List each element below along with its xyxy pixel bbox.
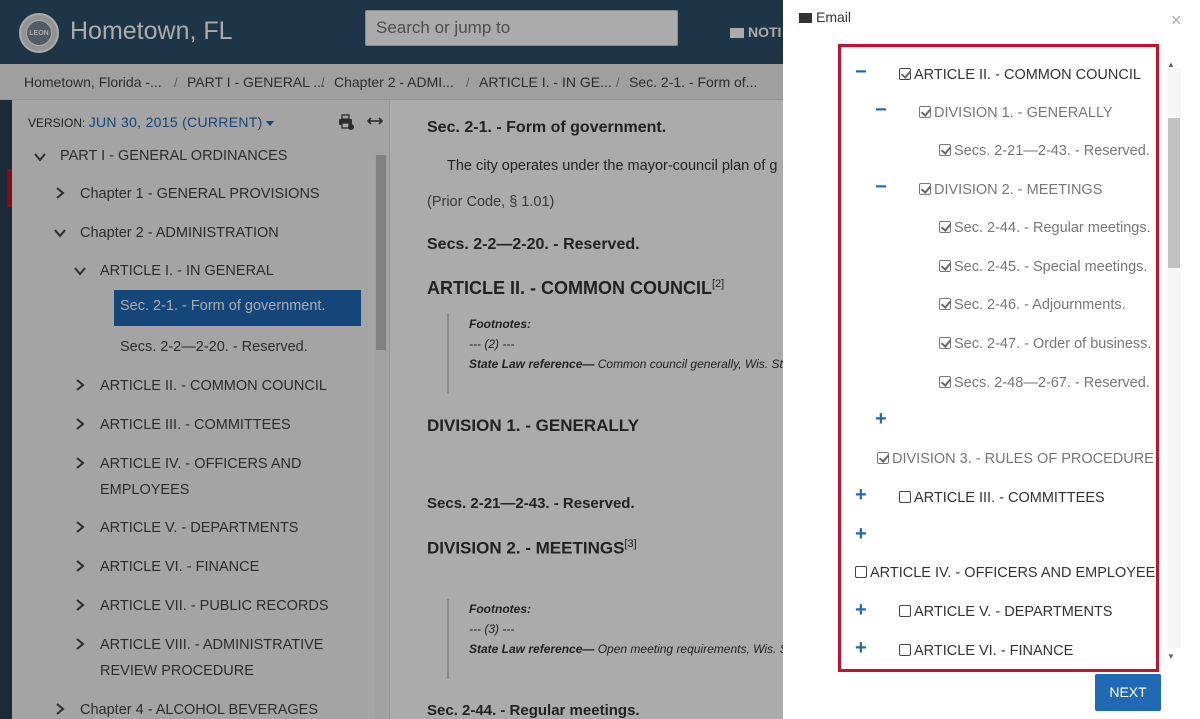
expand-article-6-button[interactable]: + (855, 637, 867, 660)
tree-item-sec-2-46[interactable]: Sec. 2-46. - Adjournments. (939, 297, 1126, 313)
checkbox-checked-icon[interactable] (939, 260, 951, 272)
modal-backdrop[interactable] (0, 0, 783, 719)
close-icon[interactable]: × (1171, 10, 1182, 31)
section-selection-tree: − ARTICLE II. - COMMON COUNCIL − DIVISIO… (838, 44, 1159, 672)
expand-article-5-button[interactable]: + (855, 599, 867, 622)
checkbox-checked-icon[interactable] (939, 144, 951, 156)
modal-scrollbar-thumb[interactable] (1168, 118, 1180, 268)
tree-item-division-3[interactable]: DIVISION 3. - RULES OF PROCEDURE (877, 451, 1154, 467)
checkbox-empty-icon[interactable] (899, 644, 911, 656)
tree-item-division-2[interactable]: DIVISION 2. - MEETINGS (919, 182, 1102, 198)
checkbox-checked-icon[interactable] (919, 183, 931, 195)
expand-article-4-button[interactable]: + (855, 523, 867, 546)
email-modal: Email × − ARTICLE II. - COMMON COUNCIL −… (783, 0, 1200, 719)
checkbox-empty-icon[interactable] (899, 605, 911, 617)
tree-item-secs-2-48[interactable]: Secs. 2-48—2-67. - Reserved. (939, 375, 1150, 391)
collapse-article-2-button[interactable]: − (855, 61, 867, 84)
modal-title: Email (799, 9, 851, 25)
tree-item-article-4[interactable]: ARTICLE IV. - OFFICERS AND EMPLOYEES (855, 565, 1156, 581)
checkbox-checked-icon[interactable] (919, 106, 931, 118)
tree-item-sec-2-47[interactable]: Sec. 2-47. - Order of business. (939, 336, 1151, 352)
scroll-up-arrow-icon[interactable]: ▲ (1167, 60, 1175, 69)
tree-item-article-3[interactable]: ARTICLE III. - COMMITTEES (899, 490, 1105, 506)
collapse-division-1-button[interactable]: − (875, 99, 887, 122)
tree-item-division-1[interactable]: DIVISION 1. - GENERALLY (919, 105, 1113, 121)
tree-item-sec-2-44[interactable]: Sec. 2-44. - Regular meetings. (939, 220, 1151, 236)
tree-item-secs-2-21[interactable]: Secs. 2-21—2-43. - Reserved. (939, 143, 1150, 159)
expand-division-3-button[interactable]: + (875, 408, 887, 431)
modal-title-text: Email (816, 9, 852, 25)
checkbox-checked-icon[interactable] (939, 298, 951, 310)
expand-article-3-button[interactable]: + (855, 484, 867, 507)
checkbox-checked-icon[interactable] (939, 337, 951, 349)
scroll-down-arrow-icon[interactable]: ▼ (1167, 652, 1175, 661)
checkbox-checked-icon[interactable] (877, 452, 889, 464)
envelope-icon (799, 13, 812, 24)
tree-item-article-5[interactable]: ARTICLE V. - DEPARTMENTS (899, 604, 1112, 620)
next-button[interactable]: NEXT (1095, 674, 1161, 711)
checkbox-empty-icon[interactable] (855, 566, 867, 578)
checkbox-checked-icon[interactable] (939, 221, 951, 233)
tree-item-sec-2-45[interactable]: Sec. 2-45. - Special meetings. (939, 259, 1147, 275)
checkbox-checked-icon[interactable] (899, 68, 911, 80)
checkbox-empty-icon[interactable] (899, 491, 911, 503)
tree-item-article-2[interactable]: ARTICLE II. - COMMON COUNCIL (899, 67, 1141, 83)
collapse-division-2-button[interactable]: − (875, 176, 887, 199)
tree-item-article-6[interactable]: ARTICLE VI. - FINANCE (899, 643, 1073, 659)
checkbox-checked-icon[interactable] (939, 376, 951, 388)
